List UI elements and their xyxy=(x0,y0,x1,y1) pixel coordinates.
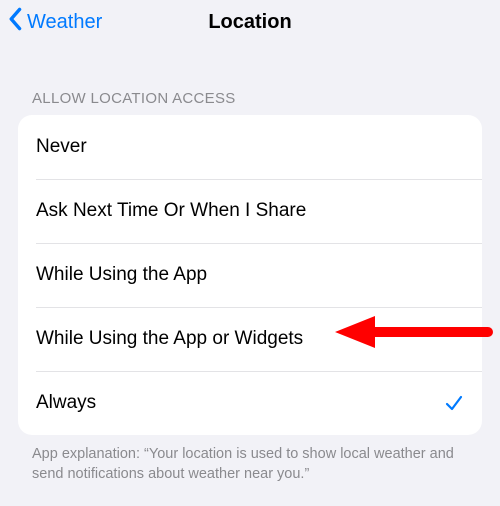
checkmark-icon xyxy=(444,393,464,413)
option-label: Always xyxy=(36,392,96,414)
option-label: While Using the App xyxy=(36,264,207,286)
option-never[interactable]: Never xyxy=(18,115,482,179)
section-footer: App explanation: “Your location is used … xyxy=(18,435,482,484)
nav-bar: Weather Location xyxy=(0,0,500,44)
chevron-left-icon xyxy=(8,7,24,37)
option-while-using-app-or-widgets[interactable]: While Using the App or Widgets xyxy=(18,307,482,371)
section-header: ALLOW LOCATION ACCESS xyxy=(18,90,482,107)
option-always[interactable]: Always xyxy=(18,371,482,435)
option-while-using-app[interactable]: While Using the App xyxy=(18,243,482,307)
option-label: Ask Next Time Or When I Share xyxy=(36,200,306,222)
back-button[interactable]: Weather xyxy=(8,7,102,37)
option-label: Never xyxy=(36,136,87,158)
location-access-section: ALLOW LOCATION ACCESS Never Ask Next Tim… xyxy=(0,90,500,484)
option-label: While Using the App or Widgets xyxy=(36,328,303,350)
option-ask-next-time[interactable]: Ask Next Time Or When I Share xyxy=(18,179,482,243)
options-table: Never Ask Next Time Or When I Share Whil… xyxy=(18,115,482,435)
back-label: Weather xyxy=(27,11,102,34)
